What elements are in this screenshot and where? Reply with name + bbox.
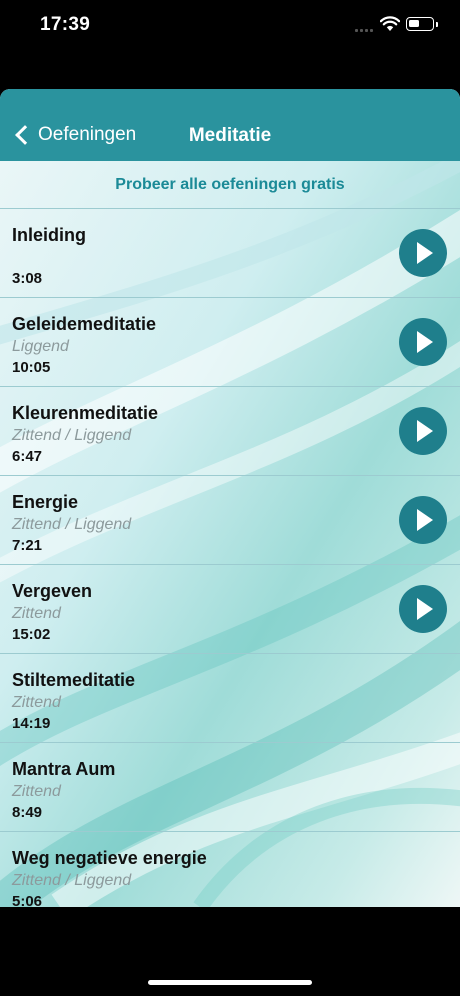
exercise-duration: 6:47 [12, 448, 43, 465]
exercise-position: Zittend [12, 605, 61, 622]
exercise-duration: 15:02 [12, 626, 51, 643]
battery-tip [436, 22, 438, 27]
exercise-duration: 14:19 [12, 715, 51, 732]
exercise-position: Zittend / Liggend [12, 516, 132, 533]
try-all-free-link[interactable]: Probeer alle oefeningen gratis [0, 161, 460, 209]
list-item[interactable]: Energie Zittend / Liggend 7:21 [0, 476, 460, 565]
exercise-duration: 8:49 [12, 804, 43, 821]
exercise-title: Weg negatieve energie [12, 848, 207, 868]
exercise-duration: 3:08 [12, 270, 43, 287]
list-item[interactable]: Vergeven Zittend 15:02 [0, 565, 460, 654]
battery-icon [406, 17, 434, 31]
exercise-position: Liggend [12, 338, 69, 355]
exercise-title: Geleidemeditatie [12, 314, 157, 334]
status-time: 17:39 [40, 14, 91, 35]
play-icon[interactable] [399, 585, 447, 633]
play-icon[interactable] [399, 496, 447, 544]
home-indicator [148, 980, 312, 985]
exercise-title: Stiltemeditatie [12, 670, 136, 690]
exercise-position: Zittend [12, 694, 61, 711]
list-item[interactable]: Kleurenmeditatie Zittend / Liggend 6:47 [0, 387, 460, 476]
list-item[interactable]: Weg negatieve energie Zittend / Liggend 5:… [0, 832, 460, 907]
wifi-icon [380, 16, 400, 31]
nav-bar: Oefeningen Meditatie [0, 89, 460, 161]
exercise-duration: 7:21 [12, 537, 43, 554]
status-bar: 17:39 [0, 0, 460, 52]
list-item[interactable]: Geleidemeditatie Liggend 10:05 [0, 298, 460, 387]
exercise-title: Energie [12, 492, 79, 512]
play-icon[interactable] [399, 318, 447, 366]
exercise-position: Zittend / Liggend [12, 427, 132, 444]
exercise-list: Inleiding 3:08 Geleidemeditatie Liggend 10:0… [0, 209, 460, 907]
page-title: Meditatie [188, 125, 272, 146]
list-item[interactable]: Stiltemeditatie Zittend 14:19 [0, 654, 460, 743]
exercise-position: Zittend / Liggend [12, 872, 132, 889]
cellular-signal-icon [355, 26, 375, 32]
play-icon[interactable] [399, 407, 447, 455]
exercise-title: Inleiding [12, 225, 86, 245]
play-icon[interactable] [399, 229, 447, 277]
list-item[interactable]: Inleiding 3:08 [0, 209, 460, 298]
sheet: Oefeningen Meditatie Probeer alle oefeni… [0, 89, 460, 907]
exercise-position: Zittend [12, 783, 61, 800]
exercise-title: Vergeven [12, 581, 93, 601]
list-item[interactable]: Mantra Aum Zittend 8:49 [0, 743, 460, 832]
exercise-duration: 10:05 [12, 359, 51, 376]
exercise-title: Mantra Aum [12, 759, 116, 779]
exercise-duration: 5:06 [12, 893, 43, 907]
exercise-title: Kleurenmeditatie [12, 403, 159, 423]
